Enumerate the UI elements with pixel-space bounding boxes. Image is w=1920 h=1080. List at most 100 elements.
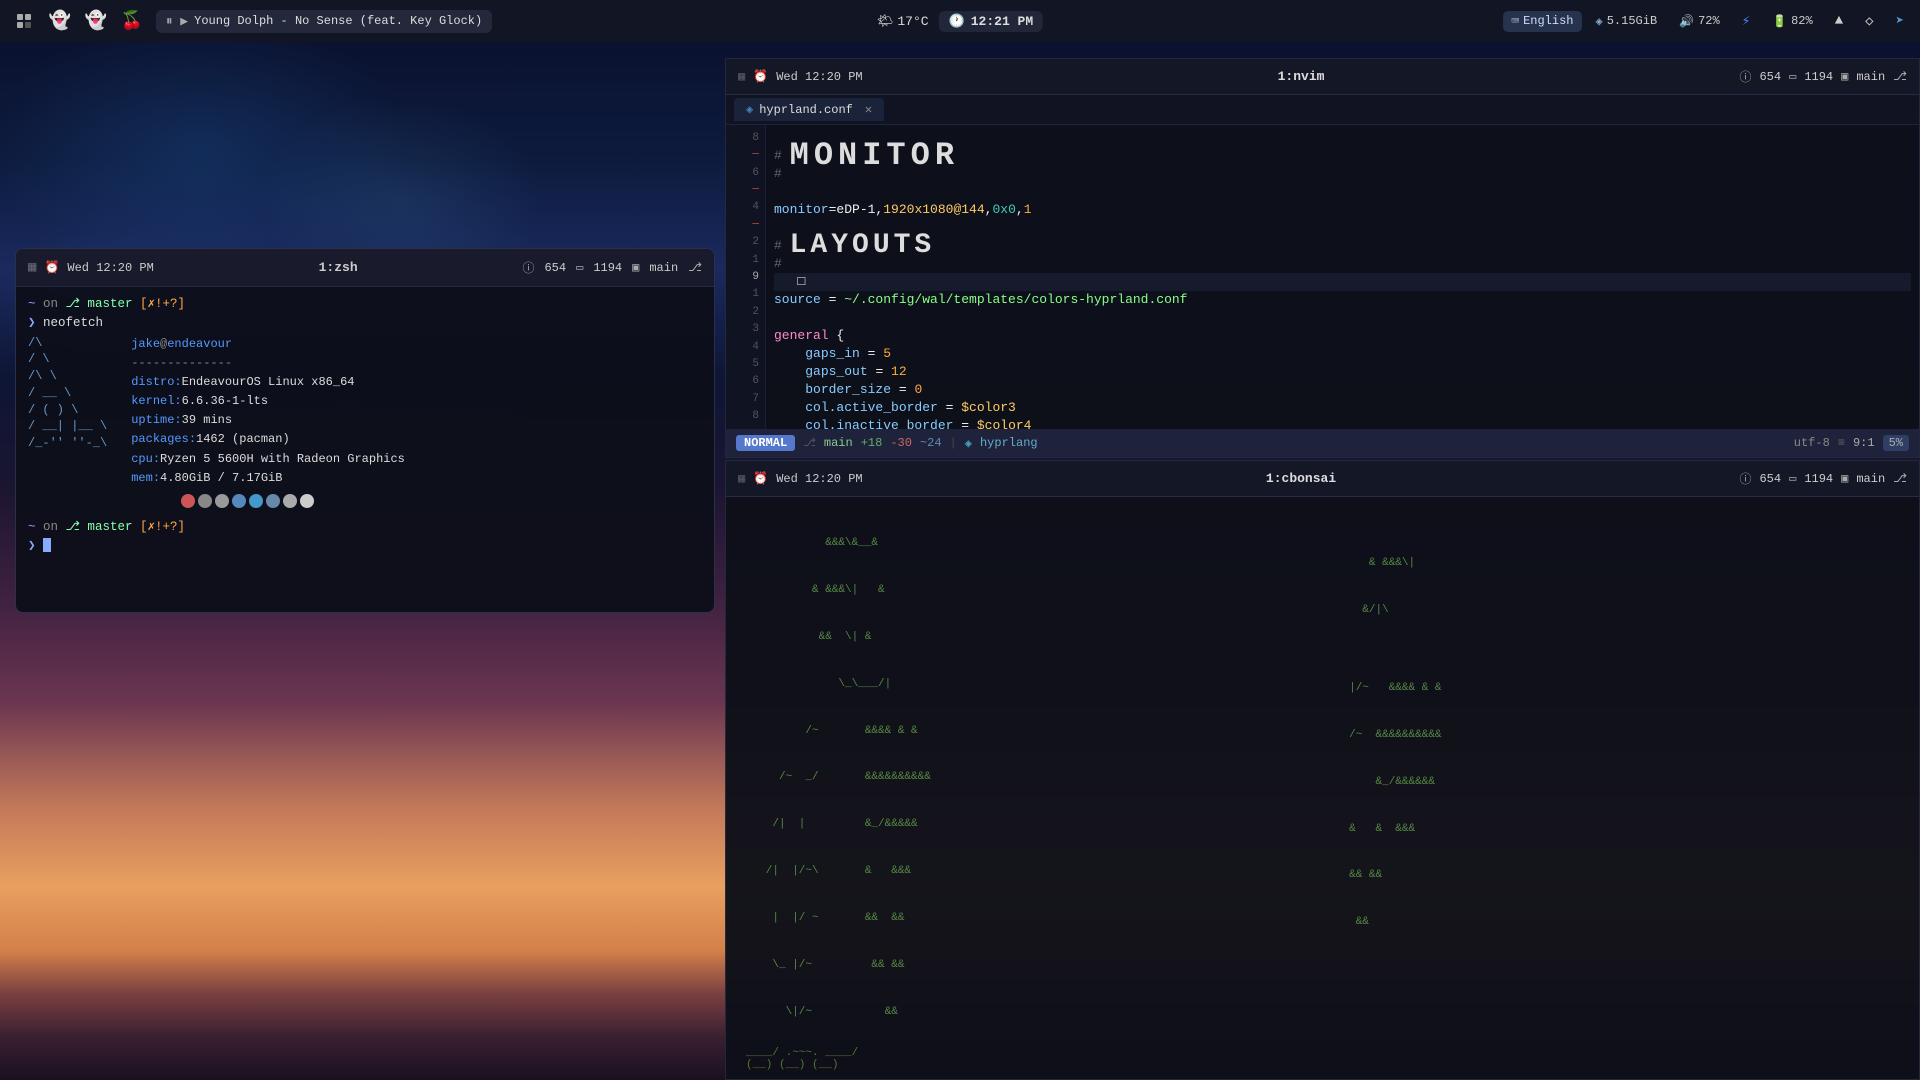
nvim-layout-name: main [1856,70,1885,84]
terminal-layout-name: main [649,261,678,275]
nvim-code-line-3 [774,219,1911,237]
terminal-datetime: Wed 12:20 PM [67,261,153,275]
keyboard-layout-switcher[interactable]: ⌨ English [1503,11,1581,32]
weather-icon: 🌤 [877,14,894,29]
music-control-icon[interactable]: ⏸ ▶ [166,14,188,29]
terminal-clock-icon: ⏰ [44,260,59,275]
nvim-statusbar-sep-1: ⎇ [803,436,816,450]
network-icon[interactable]: ▲ [1827,10,1851,32]
nvim-tab-close-button[interactable]: ✕ [865,102,872,117]
nvim-editor-body-top: 8 ─ 6 ─ 4 ─ 2 1 9 1 2 3 4 5 6 7 8 # MONI… [726,125,1919,429]
terminal-title-left-info: ▦ ⏰ Wed 12:20 PM [28,259,154,276]
cbonsai-art-container: &&&\&__& & &&&\| & && \| & \_\___/| /~ &… [726,497,1919,1043]
nvim-window-top: ▦ ⏰ Wed 12:20 PM 1:nvim ⓘ 654 ▭ 1194 ▣ m… [725,58,1920,458]
color-dot-2 [198,494,212,508]
terminal-prompt-line-1: ~ on ⎇ master [✗!+?] [28,295,702,314]
wifi-icon: ▲ [1835,13,1843,29]
nvim-code-line-9-current: □ [774,273,1911,291]
gutter-line-4: 4 [726,199,765,216]
terminal-pane-icon: ▦ [28,259,36,276]
nvim-status-plus: +18 [861,436,883,450]
nvim-pane-dim-icon: ▭ [1789,69,1796,84]
nvim-source-line: source = ~/.config/wal/templates/colors-… [774,291,1911,309]
weather-temp: 17°C [897,14,928,29]
terminal-cursor-line: ❯ [28,537,702,556]
clock-widget: 🕐 12:21 PM [939,11,1044,32]
taskbar-system-tray: ⌨ English ◈ 5.15GiB 🔊 72% ⚡ 🔋 82% ▲ ◇ [1503,10,1912,33]
nvim-datetime: Wed 12:20 PM [776,70,862,84]
nvim-pane-icon: ▦ [738,69,745,84]
taskbar-app-icon-1[interactable] [8,5,40,37]
taskbar: 👻 👻 🍒 ⏸ ▶ Young Dolph - No Sense (feat. … [0,0,1920,42]
tray-send-icon: ➤ [1896,13,1904,30]
terminal-title-right-info: ⓘ 654 ▭ 1194 ▣ main ⎇ [522,259,702,276]
tray-icon-1[interactable]: ◇ [1857,10,1881,33]
nvim-general-open: general { [774,327,1911,345]
gutter-line-2: 2 [726,233,765,250]
taskbar-music-player[interactable]: ⏸ ▶ Young Dolph - No Sense (feat. Key Gl… [156,10,492,33]
nvim-bottom-info-icon: ⓘ [1739,470,1751,487]
color-dot-8 [300,494,314,508]
nvim-border-size: border_size = 0 [774,381,1911,399]
nf-distro: distro: EndeavourOS Linux x86_64 [131,373,405,392]
nvim-bottom-pane-width: 654 [1759,472,1781,486]
nvim-bottom-layout-name: main [1856,472,1885,486]
color-dot-5 [249,494,263,508]
nvim-bottom-pane-icon2: ▭ [1789,471,1796,486]
nvim-code-line-5 [774,183,1911,201]
nvim-lines-icon: ≡ [1838,436,1845,450]
nf-cpu: cpu: Ryzen 5 5600H with Radeon Graphics [131,450,405,469]
nvim-titlebar-bottom-right: ⓘ 654 ▭ 1194 ▣ main ⎇ [1739,470,1907,487]
keyboard-layout-label: English [1523,14,1573,28]
nvim-branch-icon: ⎇ [1893,69,1907,84]
terminal-window-left: ▦ ⏰ Wed 12:20 PM 1:zsh ⓘ 654 ▭ 1194 ▣ ma… [15,248,715,613]
gutter-line-8: 8 [726,129,765,146]
terminal-cursor [43,538,51,552]
nvim-status-tilde: ~24 [920,436,942,450]
nvim-encoding-display: utf-8 [1794,436,1830,450]
nvim-tab-hyprland-conf[interactable]: ◈ hyprland.conf ✕ [734,98,884,121]
tray-icon-2[interactable]: ➤ [1888,10,1912,33]
nf-username: jake @ endeavour [131,335,405,354]
nf-separator: -------------- [131,354,405,373]
nvim-code-line-2: # LAYOUTS [774,237,1911,255]
gutter-line-3: ─ [726,216,765,233]
weather-widget: 🌤 17°C [877,14,929,29]
nvim-tab-file-icon: ◈ [746,102,753,117]
nvim-gaps-out: gaps_out = 12 [774,363,1911,381]
battery-icon: 🔋 [1772,14,1787,29]
nvim-bottom-branch-icon: ⎇ [1893,471,1907,486]
gutter-line-7: ─ [726,146,765,163]
nf-uptime: uptime: 39 mins [131,411,405,430]
nvim-bottom-datetime: Wed 12:20 PM [776,472,862,486]
gutter-line-9: 9 [726,268,765,285]
color-dot-3 [215,494,229,508]
taskbar-app-icon-2[interactable]: 👻 [44,5,76,37]
cbonsai-left-art: &&&\&__& & &&&\| & && \| & \_\___/| /~ &… [746,505,1303,1035]
nvim-scroll-percent: 5% [1883,435,1909,451]
battery-indicator: 🔋 82% [1764,11,1821,32]
gutter-line-3b: 3 [726,320,765,337]
taskbar-app-icon-3[interactable]: 👻 [80,5,112,37]
nf-kernel: kernel: 6.6.36-1-lts [131,392,405,411]
volume-value: 72% [1698,14,1720,28]
nvim-titlebar-right-info: ⓘ 654 ▭ 1194 ▣ main ⎇ [1739,68,1907,85]
neofetch-ascii-art: /\ / \ /\ \ / __ \ / ( ) \ / __| |__ \ /… [28,335,107,509]
volume-icon: 🔊 [1679,14,1694,29]
gutter-line-1: 1 [726,251,765,268]
bluetooth-toggle[interactable]: ⚡ [1734,10,1758,33]
nvim-bottom-pane-height: 1194 [1804,472,1833,486]
gutter-line-2b: 2 [726,303,765,320]
tray-arrow-icon: ◇ [1865,13,1873,30]
nvim-editor-content-top[interactable]: # MONITOR # monitor = eDP-1, 1920x1080@1… [766,125,1919,429]
gutter-line-1b: 1 [726,286,765,303]
nvim-tab-filename: hyprland.conf [759,103,853,117]
volume-control[interactable]: 🔊 72% [1671,11,1728,32]
taskbar-app-icon-4[interactable]: 🍒 [116,5,148,37]
cbonsai-trunk-art: ____/ .~~~. ____/ (__) (__) (__) [726,1043,1919,1079]
neofetch-output: /\ / \ /\ \ / __ \ / ( ) \ / __| |__ \ /… [28,335,702,509]
memory-value: 5.15GiB [1607,14,1657,28]
gutter-line-5: ─ [726,181,765,198]
terminal-command-neofetch: ❯ neofetch [28,314,702,333]
clock-icon: 🕐 [949,14,965,29]
